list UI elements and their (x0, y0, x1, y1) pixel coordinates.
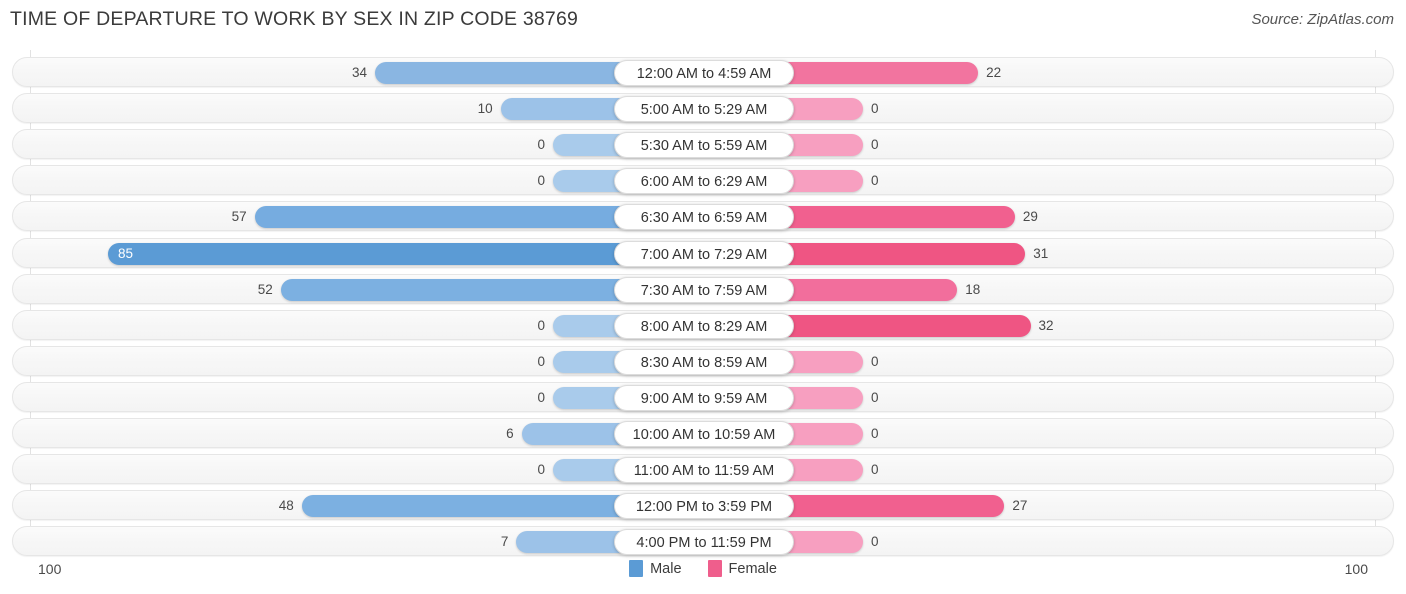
bar-value-male: 0 (537, 462, 545, 478)
bar-female (786, 62, 979, 84)
bar-value-male: 0 (537, 317, 545, 333)
bar-value-female: 0 (871, 137, 879, 153)
chart-row: 7 0 4:00 PM to 11:59 PM (12, 526, 1394, 557)
bar-male (280, 278, 622, 301)
chart-row: 48 27 12:00 PM to 3:59 PM (12, 490, 1394, 521)
bar-value-male: 52 (257, 281, 273, 297)
bar-female (786, 350, 863, 373)
bar-value-male: 57 (231, 209, 247, 225)
bar-female (786, 242, 1026, 265)
bar-male (521, 423, 622, 445)
chart-row: 34 22 12:00 AM to 4:59 AM (12, 57, 1394, 87)
bar-female (786, 495, 1005, 518)
bar-value-female: 0 (871, 426, 879, 441)
bar-male (301, 495, 622, 518)
category-label: 8:30 AM to 8:59 AM (614, 348, 794, 375)
category-label: 6:30 AM to 6:59 AM (614, 204, 794, 231)
legend-swatch-icon (707, 560, 722, 577)
bar-male (553, 459, 622, 482)
chart-title: TIME OF DEPARTURE TO WORK BY SEX IN ZIP … (10, 8, 579, 30)
bar-male (516, 531, 622, 554)
bar-male (108, 242, 622, 265)
bar-male (553, 386, 622, 409)
bar-female (786, 314, 1031, 337)
chart-row: 0 0 6:00 AM to 6:29 AM (12, 165, 1394, 196)
category-label: 4:00 PM to 11:59 PM (614, 529, 794, 556)
chart-row: 10 0 5:00 AM to 5:29 AM (12, 93, 1394, 124)
category-label: 10:00 AM to 10:59 AM (614, 421, 794, 447)
bar-value-female: 0 (871, 173, 879, 189)
bar-male (553, 350, 622, 373)
bar-value-male: 0 (537, 389, 545, 405)
chart-row: 0 0 11:00 AM to 11:59 AM (12, 454, 1394, 485)
bar-female (786, 386, 863, 409)
bar-male (553, 314, 622, 337)
bar-female (786, 134, 863, 157)
bar-value-male: 10 (477, 101, 493, 117)
source-label: Source: ZipAtlas.com (1251, 11, 1394, 28)
bar-value-male: 0 (537, 173, 545, 189)
bar-value-female: 0 (871, 462, 879, 478)
chart-container: TIME OF DEPARTURE TO WORK BY SEX IN ZIP … (0, 0, 1406, 594)
chart-row: 0 32 8:00 AM to 8:29 AM (12, 309, 1394, 340)
category-label: 11:00 AM to 11:59 AM (614, 457, 794, 484)
bar-value-male: 34 (351, 65, 367, 80)
bar-value-male: 0 (537, 353, 545, 369)
bar-value-male: 7 (500, 534, 509, 550)
legend-item[interactable]: Male (629, 560, 682, 577)
bar-female (786, 423, 863, 445)
bar-female (786, 170, 863, 193)
category-label: 5:00 AM to 5:29 AM (614, 96, 794, 123)
category-label: 6:00 AM to 6:29 AM (614, 168, 794, 195)
bar-value-male: 85 (118, 245, 134, 261)
bar-value-female: 0 (871, 101, 879, 117)
chart-row: 85 31 7:00 AM to 7:29 AM (12, 237, 1394, 268)
bar-male (553, 170, 622, 193)
bar-female (786, 278, 958, 301)
bar-female (786, 531, 863, 554)
bar-value-female: 18 (965, 281, 981, 297)
bar-value-male: 0 (537, 137, 545, 153)
bar-value-female: 0 (871, 353, 879, 369)
category-label: 5:30 AM to 5:59 AM (614, 132, 794, 159)
category-label: 7:00 AM to 7:29 AM (614, 240, 794, 267)
bar-male (254, 206, 622, 229)
plot-area: 34 22 12:00 AM to 4:59 AM 10 0 5:00 AM to 5:2… (0, 50, 1406, 557)
bar-value-female: 0 (871, 534, 879, 550)
chart-footer: 100 100 Male Female (0, 555, 1406, 594)
chart-row: 57 29 6:30 AM to 6:59 AM (12, 201, 1394, 232)
bar-value-female: 31 (1033, 245, 1049, 261)
bar-value-female: 29 (1022, 209, 1038, 225)
bar-value-female: 27 (1012, 498, 1028, 514)
bar-female (786, 206, 1015, 229)
bar-value-female: 0 (871, 389, 879, 405)
bar-value-male: 48 (278, 498, 294, 514)
category-label: 7:30 AM to 7:59 AM (614, 276, 794, 303)
category-label: 12:00 PM to 3:59 PM (614, 493, 794, 520)
legend-swatch-icon (629, 560, 644, 577)
bar-male (375, 62, 622, 84)
bar-female (786, 459, 863, 482)
legend-label: Male (650, 560, 682, 577)
chart-row: 0 0 9:00 AM to 9:59 AM (12, 381, 1394, 412)
category-label: 12:00 AM to 4:59 AM (614, 60, 794, 86)
chart-row: 52 18 7:30 AM to 7:59 AM (12, 273, 1394, 304)
bar-value-male: 6 (506, 426, 514, 441)
bar-male (553, 134, 622, 157)
chart-row: 0 0 8:30 AM to 8:59 AM (12, 345, 1394, 376)
legend-item[interactable]: Female (707, 560, 777, 577)
legend-label: Female (728, 560, 777, 577)
chart-row: 0 0 5:30 AM to 5:59 AM (12, 129, 1394, 160)
category-label: 8:00 AM to 8:29 AM (614, 312, 794, 339)
bar-female (786, 98, 863, 121)
chart-row: 6 0 10:00 AM to 10:59 AM (12, 418, 1394, 448)
bar-value-female: 32 (1038, 317, 1054, 333)
category-label: 9:00 AM to 9:59 AM (614, 384, 794, 411)
bar-male (500, 98, 622, 121)
bar-value-female: 22 (986, 65, 1002, 80)
chart-legend: Male Female (0, 560, 1406, 577)
